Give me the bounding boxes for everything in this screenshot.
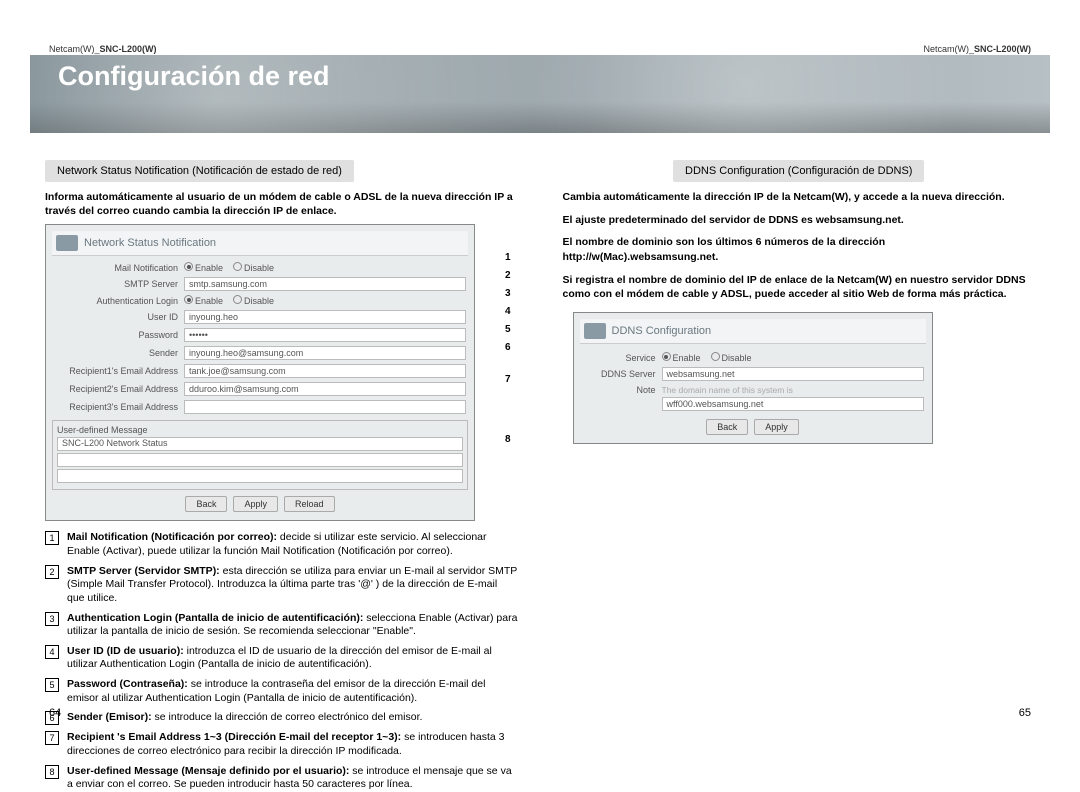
mail-disable-radio[interactable] — [233, 262, 242, 271]
user-defined-message-group: User-defined Message SNC-L200 Network St… — [52, 420, 468, 490]
list-item: 4 User ID (ID de usuario): introduzca el… — [45, 645, 518, 672]
password-label: Password — [54, 330, 184, 340]
ddns-p3: El nombre de dominio son los últimos 6 n… — [563, 235, 1036, 264]
nsn-intro: Informa automáticamente al usuario de un… — [45, 190, 518, 218]
service-disable-radio[interactable] — [711, 352, 720, 361]
auth-disable-radio[interactable] — [233, 295, 242, 304]
userid-label: User ID — [54, 312, 184, 322]
apply-button-ddns[interactable]: Apply — [754, 419, 799, 435]
nsn-panel-title: Network Status Notification — [84, 237, 216, 249]
window-icon — [584, 323, 606, 339]
ddns-server-input[interactable]: websamsung.net — [662, 367, 924, 381]
list-item: 1 Mail Notification (Notificación por co… — [45, 531, 518, 558]
left-column: Network Status Notification (Notificació… — [45, 160, 518, 707]
breadcrumb-prefix-r: Netcam(W)_ — [923, 44, 974, 54]
nsn-screenshot: Network Status Notification Mail Notific… — [45, 224, 475, 521]
breadcrumb-product: SNC-L200(W) — [100, 44, 157, 54]
breadcrumb-left: Netcam(W)_SNC-L200(W) — [49, 44, 157, 54]
list-item: 2 SMTP Server (Servidor SMTP): esta dire… — [45, 565, 518, 606]
udm-line1[interactable]: SNC-L200 Network Status — [57, 437, 463, 451]
note-label: Note — [582, 385, 662, 395]
sender-label: Sender — [54, 348, 184, 358]
sender-input[interactable]: inyoung.heo@samsung.com — [184, 346, 466, 360]
note-hint: The domain name of this system is — [662, 385, 924, 395]
udm-line2[interactable] — [57, 453, 463, 467]
section-heading-nsn: Network Status Notification (Notificació… — [45, 160, 354, 182]
apply-button[interactable]: Apply — [233, 496, 278, 512]
smtp-label: SMTP Server — [54, 279, 184, 289]
list-item: 5 Password (Contraseña): se introduce la… — [45, 678, 518, 705]
ddns-panel-title: DDNS Configuration — [612, 325, 712, 337]
right-column: DDNS Configuration (Configuración de DDN… — [563, 160, 1036, 707]
mail-enable-radio[interactable] — [184, 262, 193, 271]
udm-line3[interactable] — [57, 469, 463, 483]
nsn-numbered-list: 1 Mail Notification (Notificación por co… — [45, 531, 518, 792]
back-button-ddns[interactable]: Back — [706, 419, 748, 435]
list-item: 8 User-defined Message (Mensaje definido… — [45, 765, 518, 792]
r1-label: Recipient1's Email Address — [54, 366, 184, 376]
service-enable-radio[interactable] — [662, 352, 671, 361]
reload-button[interactable]: Reload — [284, 496, 335, 512]
ddns-p2: El ajuste predeterminado del servidor de… — [563, 213, 1036, 228]
ddns-p4: Si registra el nombre de dominio del IP … — [563, 273, 1036, 302]
password-input[interactable]: •••••• — [184, 328, 466, 342]
mail-notification-label: Mail Notification — [54, 263, 184, 273]
note-input[interactable]: wff000.websamsung.net — [662, 397, 924, 411]
r3-input[interactable] — [184, 400, 466, 414]
back-button[interactable]: Back — [185, 496, 227, 512]
ddns-p1: Cambia automáticamente la dirección IP d… — [563, 190, 1036, 205]
window-icon — [56, 235, 78, 251]
r2-input[interactable]: dduroo.kim@samsung.com — [184, 382, 466, 396]
list-item: 3 Authentication Login (Pantalla de inic… — [45, 612, 518, 639]
page-number-right: 65 — [1019, 707, 1031, 719]
breadcrumb-prefix: Netcam(W)_ — [49, 44, 100, 54]
ddns-screenshot: DDNS Configuration Service Enable Disabl… — [573, 312, 933, 444]
auth-enable-radio[interactable] — [184, 295, 193, 304]
r2-label: Recipient2's Email Address — [54, 384, 184, 394]
list-item: 7 Recipient 's Email Address 1~3 (Direcc… — [45, 731, 518, 758]
auth-label: Authentication Login — [54, 296, 184, 306]
udm-title: User-defined Message — [57, 425, 463, 435]
smtp-input[interactable]: smtp.samsung.com — [184, 277, 466, 291]
page-title: Configuración de red — [30, 55, 1050, 92]
breadcrumb-right: Netcam(W)_SNC-L200(W) — [923, 44, 1031, 54]
list-item: 6 Sender (Emisor): se introduce la direc… — [45, 711, 518, 725]
ddns-text: Cambia automáticamente la dirección IP d… — [563, 190, 1036, 302]
ddns-server-label: DDNS Server — [582, 369, 662, 379]
r1-input[interactable]: tank.joe@samsung.com — [184, 364, 466, 378]
breadcrumb-product-r: SNC-L200(W) — [974, 44, 1031, 54]
page-number-left: 64 — [49, 707, 61, 719]
service-label: Service — [582, 353, 662, 363]
userid-input[interactable]: inyoung.heo — [184, 310, 466, 324]
r3-label: Recipient3's Email Address — [54, 402, 184, 412]
banner: Configuración de red — [30, 55, 1050, 133]
section-heading-ddns: DDNS Configuration (Configuración de DDN… — [673, 160, 924, 182]
